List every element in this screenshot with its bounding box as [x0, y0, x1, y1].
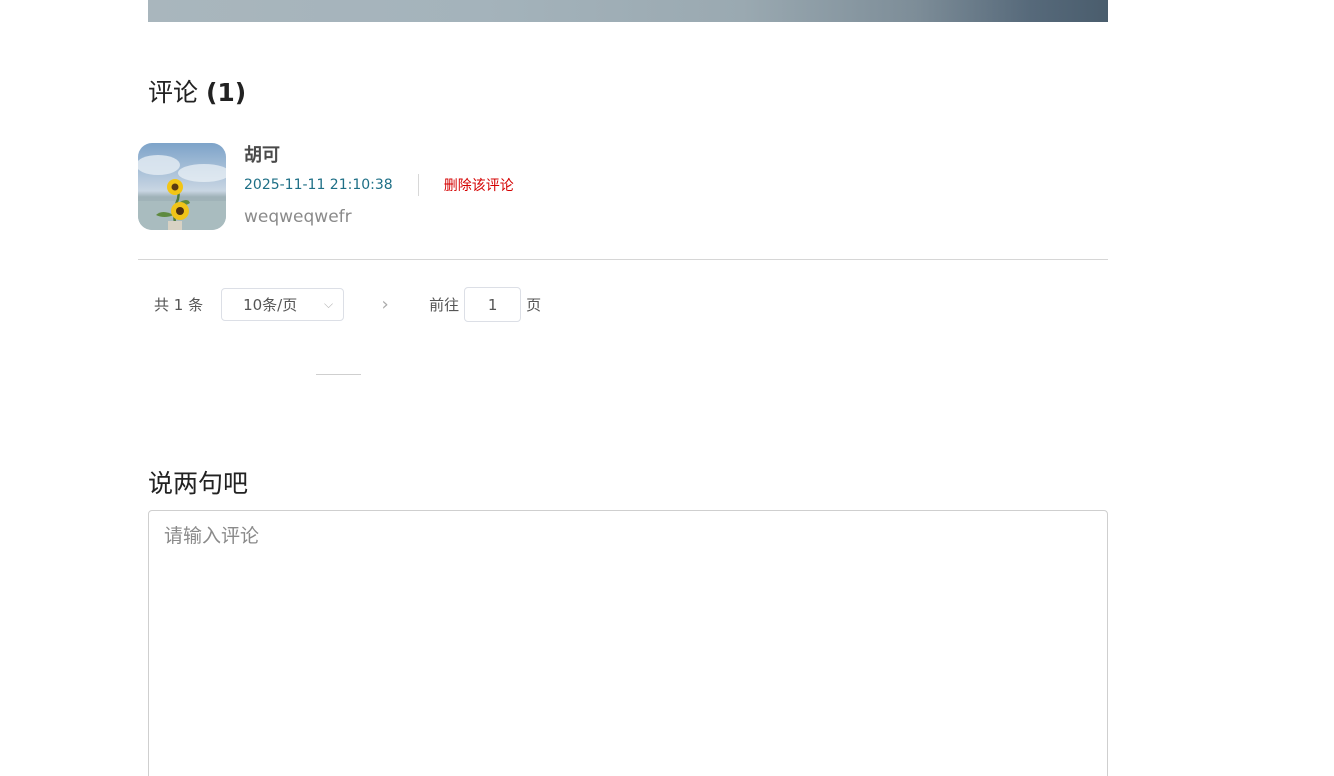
comment-input[interactable] [148, 510, 1108, 776]
page-number-input[interactable] [464, 287, 522, 322]
article-banner-image [148, 0, 1108, 22]
page-size-value: 10条/页 [243, 296, 298, 314]
comments-title-label: 评论 [148, 78, 199, 107]
avatar [138, 143, 226, 230]
goto-label: 前往 [429, 296, 460, 314]
delete-comment-link[interactable]: 删除该评论 [444, 175, 514, 195]
chevron-down-icon: ⌵ [323, 297, 334, 311]
section-divider [316, 374, 361, 375]
chevron-right-icon[interactable]: › [375, 294, 395, 315]
comments-title: 评论 (1) [148, 73, 246, 109]
avatar-image [138, 143, 226, 230]
meta-divider [417, 174, 419, 196]
comment-author: 胡可 [244, 145, 280, 166]
page-size-select[interactable]: 10条/页 ⌵ [221, 288, 345, 321]
comment-time: 2025-11-11 21:10:38 [244, 177, 393, 193]
pagination-total: 共 1 条 [154, 296, 204, 314]
page-unit-label: 页 [526, 296, 542, 314]
comment-meta: 2025-11-11 21:10:38 删除该评论 [244, 174, 514, 196]
pagination: 共 1 条 10条/页 ⌵ › 前往 页 [154, 287, 541, 322]
comment-item: 胡可 2025-11-11 21:10:38 删除该评论 weqweqwefr [138, 143, 1108, 260]
page: 评论 (1) 胡可 2025-11-11 21:10:38 删除该评论 weqw… [0, 0, 1334, 776]
comment-content: weqweqwefr [244, 207, 352, 227]
comments-count: (1) [205, 78, 247, 107]
compose-title: 说两句吧 [148, 469, 249, 498]
